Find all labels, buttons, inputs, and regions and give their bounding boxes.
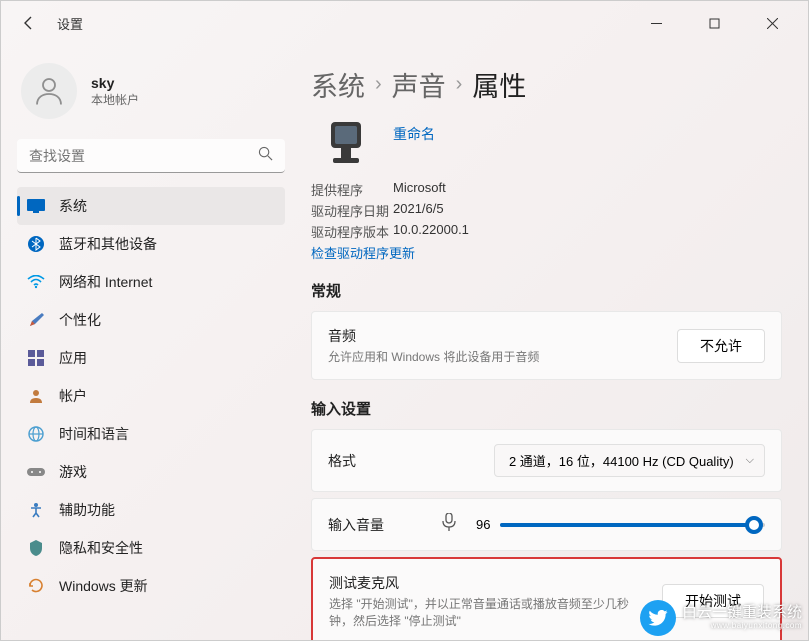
sidebar: sky 本地帐户 系统 蓝牙和其他设备 网络和 Internet 个性化 应用 …: [1, 45, 301, 640]
nav-label: 应用: [59, 348, 87, 368]
nav-label: 时间和语言: [59, 424, 129, 444]
breadcrumb: 系统 › 声音 › 属性: [311, 65, 782, 104]
maximize-button[interactable]: [694, 8, 734, 38]
microphone-device-icon: [319, 118, 373, 172]
provider-value: Microsoft: [393, 180, 446, 199]
section-input: 输入设置: [311, 398, 782, 419]
avatar: [21, 63, 77, 119]
nav-apps[interactable]: 应用: [17, 339, 285, 377]
nav-label: 网络和 Internet: [59, 272, 152, 292]
nav-privacy[interactable]: 隐私和安全性: [17, 529, 285, 567]
provider-label: 提供程序: [311, 180, 393, 199]
main-content: 系统 › 声音 › 属性 重命名 提供程序Microsoft 驱动程序日期202…: [301, 45, 808, 640]
nav-label: 隐私和安全性: [59, 538, 143, 558]
watermark: 白云一键重装系统 www.baiyunxitong.com: [640, 600, 802, 636]
chevron-down-icon: ⌵: [746, 454, 754, 467]
system-icon: [27, 197, 45, 215]
accessibility-icon: [27, 501, 45, 519]
nav-label: 系统: [59, 196, 87, 216]
search-input[interactable]: [17, 139, 285, 173]
breadcrumb-current: 属性: [472, 65, 526, 104]
nav-windows-update[interactable]: Windows 更新: [17, 567, 285, 605]
format-value: 2 通道，16 位，44100 Hz (CD Quality): [509, 451, 734, 470]
breadcrumb-sound[interactable]: 声音: [392, 65, 446, 104]
profile-section[interactable]: sky 本地帐户: [17, 55, 285, 139]
format-card: 格式 2 通道，16 位，44100 Hz (CD Quality) ⌵: [311, 429, 782, 492]
volume-value: 96: [476, 517, 490, 532]
back-button[interactable]: [17, 11, 41, 35]
slider-fill: [500, 523, 754, 527]
format-title: 格式: [328, 451, 494, 471]
shield-icon: [27, 539, 45, 557]
nav-label: 游戏: [59, 462, 87, 482]
nav-label: 个性化: [59, 310, 101, 330]
audio-sub: 允许应用和 Windows 将此设备用于音频: [328, 348, 677, 365]
audio-title: 音频: [328, 326, 677, 346]
nav-time-language[interactable]: 时间和语言: [17, 415, 285, 453]
nav-list: 系统 蓝牙和其他设备 网络和 Internet 个性化 应用 帐户 时间和语言 …: [17, 187, 285, 605]
apps-icon: [27, 349, 45, 367]
device-header: 重命名: [311, 118, 782, 172]
search-icon: [258, 146, 273, 166]
driver-date-value: 2021/6/5: [393, 201, 444, 220]
test-title: 测试麦克风: [329, 573, 662, 593]
nav-accounts[interactable]: 帐户: [17, 377, 285, 415]
nav-personalization[interactable]: 个性化: [17, 301, 285, 339]
nav-label: Windows 更新: [59, 576, 148, 596]
nav-system[interactable]: 系统: [17, 187, 285, 225]
chevron-right-icon: ›: [375, 73, 382, 96]
audio-card: 音频 允许应用和 Windows 将此设备用于音频 不允许: [311, 311, 782, 380]
twitter-icon: [640, 600, 676, 636]
driver-version-label: 驱动程序版本: [311, 222, 393, 241]
search-container: [17, 139, 285, 173]
wifi-icon: [27, 273, 45, 291]
section-general: 常规: [311, 280, 782, 301]
microphone-icon: [442, 513, 456, 536]
format-dropdown[interactable]: 2 通道，16 位，44100 Hz (CD Quality) ⌵: [494, 444, 765, 477]
slider-thumb[interactable]: [745, 516, 763, 534]
brush-icon: [27, 311, 45, 329]
minimize-button[interactable]: [636, 8, 676, 38]
volume-card: 输入音量 96: [311, 498, 782, 551]
nav-network[interactable]: 网络和 Internet: [17, 263, 285, 301]
test-sub: 选择 "开始测试"，并以正常音量通话或播放音频至少几秒钟，然后选择 "停止测试": [329, 595, 629, 629]
update-icon: [27, 577, 45, 595]
profile-name: sky: [91, 75, 139, 91]
breadcrumb-system[interactable]: 系统: [311, 65, 365, 104]
watermark-main: 白云一键重装系统: [682, 605, 802, 622]
nav-accessibility[interactable]: 辅助功能: [17, 491, 285, 529]
globe-icon: [27, 425, 45, 443]
driver-version-value: 10.0.22000.1: [393, 222, 469, 241]
rename-link[interactable]: 重命名: [393, 124, 435, 144]
nav-label: 辅助功能: [59, 500, 115, 520]
device-info: 提供程序Microsoft 驱动程序日期2021/6/5 驱动程序版本10.0.…: [311, 180, 782, 262]
watermark-sub: www.baiyunxitong.com: [682, 622, 802, 631]
disallow-button[interactable]: 不允许: [677, 329, 765, 363]
window-title: 设置: [57, 14, 83, 33]
check-driver-link[interactable]: 检查驱动程序更新: [311, 243, 782, 262]
nav-label: 帐户: [59, 386, 87, 406]
close-button[interactable]: [752, 8, 792, 38]
nav-gaming[interactable]: 游戏: [17, 453, 285, 491]
gamepad-icon: [27, 463, 45, 481]
bluetooth-icon: [27, 235, 45, 253]
driver-date-label: 驱动程序日期: [311, 201, 393, 220]
person-icon: [27, 387, 45, 405]
volume-title: 输入音量: [328, 515, 438, 535]
profile-sub: 本地帐户: [91, 91, 139, 108]
nav-bluetooth[interactable]: 蓝牙和其他设备: [17, 225, 285, 263]
nav-label: 蓝牙和其他设备: [59, 234, 157, 254]
volume-slider[interactable]: [500, 523, 765, 527]
chevron-right-icon: ›: [456, 73, 463, 96]
